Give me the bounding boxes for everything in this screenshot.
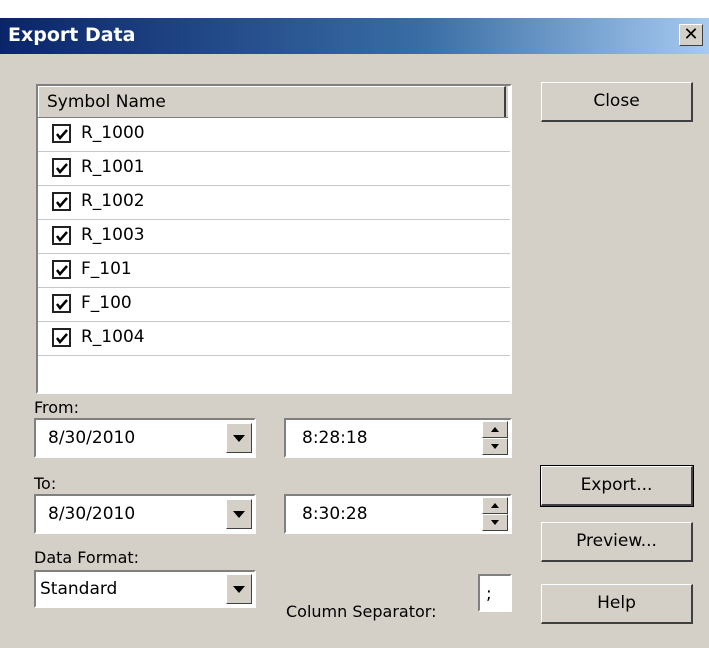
to-time-spinner[interactable]: [482, 497, 508, 531]
list-item-label: R_1002: [81, 191, 145, 211]
list-item[interactable]: R_1000: [38, 118, 510, 152]
spin-up-button[interactable]: [482, 497, 508, 514]
list-item-label: R_1003: [81, 225, 145, 245]
to-date-value: 8/30/2010: [48, 504, 136, 524]
checkmark-icon: [56, 231, 68, 242]
item-checkbox[interactable]: [52, 294, 71, 313]
list-item-label: F_100: [81, 293, 132, 313]
arrow-down-icon: [491, 520, 499, 525]
item-checkbox[interactable]: [52, 226, 71, 245]
preview-button[interactable]: Preview...: [541, 522, 693, 562]
from-time-value: 8:28:18: [302, 428, 368, 448]
checkmark-icon: [56, 197, 68, 208]
spin-down-button[interactable]: [482, 514, 508, 531]
list-item[interactable]: F_101: [38, 254, 510, 288]
data-format-value: Standard: [40, 579, 118, 599]
title-bar[interactable]: Export Data ✕: [0, 18, 709, 54]
column-header-label: Symbol Name: [47, 92, 166, 112]
item-checkbox[interactable]: [52, 328, 71, 347]
list-item-label: R_1004: [81, 327, 145, 347]
dialog-title: Export Data: [8, 24, 136, 46]
data-format-select[interactable]: Standard: [34, 570, 256, 608]
to-date-dropdown-button[interactable]: [226, 499, 252, 529]
item-checkbox[interactable]: [52, 158, 71, 177]
list-item[interactable]: R_1001: [38, 152, 510, 186]
column-separator-label: Column Separator:: [286, 602, 437, 621]
item-checkbox[interactable]: [52, 124, 71, 143]
export-button[interactable]: Export...: [540, 465, 694, 507]
data-format-label: Data Format:: [34, 548, 140, 567]
spin-up-button[interactable]: [482, 421, 508, 438]
help-button[interactable]: Help: [541, 584, 693, 624]
list-item[interactable]: R_1003: [38, 220, 510, 254]
checkmark-icon: [56, 129, 68, 140]
checkmark-icon: [56, 265, 68, 276]
chevron-down-icon: [233, 511, 245, 518]
close-window-button[interactable]: ✕: [679, 24, 703, 46]
arrow-down-icon: [491, 444, 499, 449]
symbol-list-header: Symbol Name: [38, 86, 508, 118]
from-date-value: 8/30/2010: [48, 428, 136, 448]
symbol-list[interactable]: Symbol Name R_1000 R_1001 R_1002 R_1003 …: [36, 84, 512, 394]
from-date-picker[interactable]: 8/30/2010: [34, 418, 256, 458]
column-separator-input[interactable]: ;: [478, 574, 512, 612]
from-date-dropdown-button[interactable]: [226, 423, 252, 453]
list-item[interactable]: R_1002: [38, 186, 510, 220]
from-time-field[interactable]: 8:28:18: [284, 418, 512, 458]
item-checkbox[interactable]: [52, 260, 71, 279]
to-label: To:: [34, 474, 57, 493]
spin-down-button[interactable]: [482, 438, 508, 455]
column-header-symbol-name[interactable]: Symbol Name: [38, 86, 506, 117]
item-checkbox[interactable]: [52, 192, 71, 211]
export-data-dialog: Export Data ✕ Symbol Name R_1000 R_1001 …: [0, 18, 709, 648]
chevron-down-icon: [233, 586, 245, 593]
to-time-value: 8:30:28: [302, 504, 368, 524]
arrow-up-icon: [491, 427, 499, 432]
list-item-label: F_101: [81, 259, 132, 279]
list-item-label: R_1001: [81, 157, 145, 177]
to-date-picker[interactable]: 8/30/2010: [34, 494, 256, 534]
chevron-down-icon: [233, 435, 245, 442]
checkmark-icon: [56, 333, 68, 344]
to-time-field[interactable]: 8:30:28: [284, 494, 512, 534]
close-icon: ✕: [683, 24, 699, 45]
arrow-up-icon: [491, 503, 499, 508]
list-item[interactable]: F_100: [38, 288, 510, 322]
checkmark-icon: [56, 299, 68, 310]
checkmark-icon: [56, 163, 68, 174]
list-item-label: R_1000: [81, 123, 145, 143]
data-format-dropdown-button[interactable]: [226, 574, 252, 604]
list-item[interactable]: R_1004: [38, 322, 510, 356]
column-separator-value: ;: [486, 584, 492, 604]
close-button[interactable]: Close: [541, 82, 693, 122]
from-time-spinner[interactable]: [482, 421, 508, 455]
from-label: From:: [34, 398, 80, 417]
